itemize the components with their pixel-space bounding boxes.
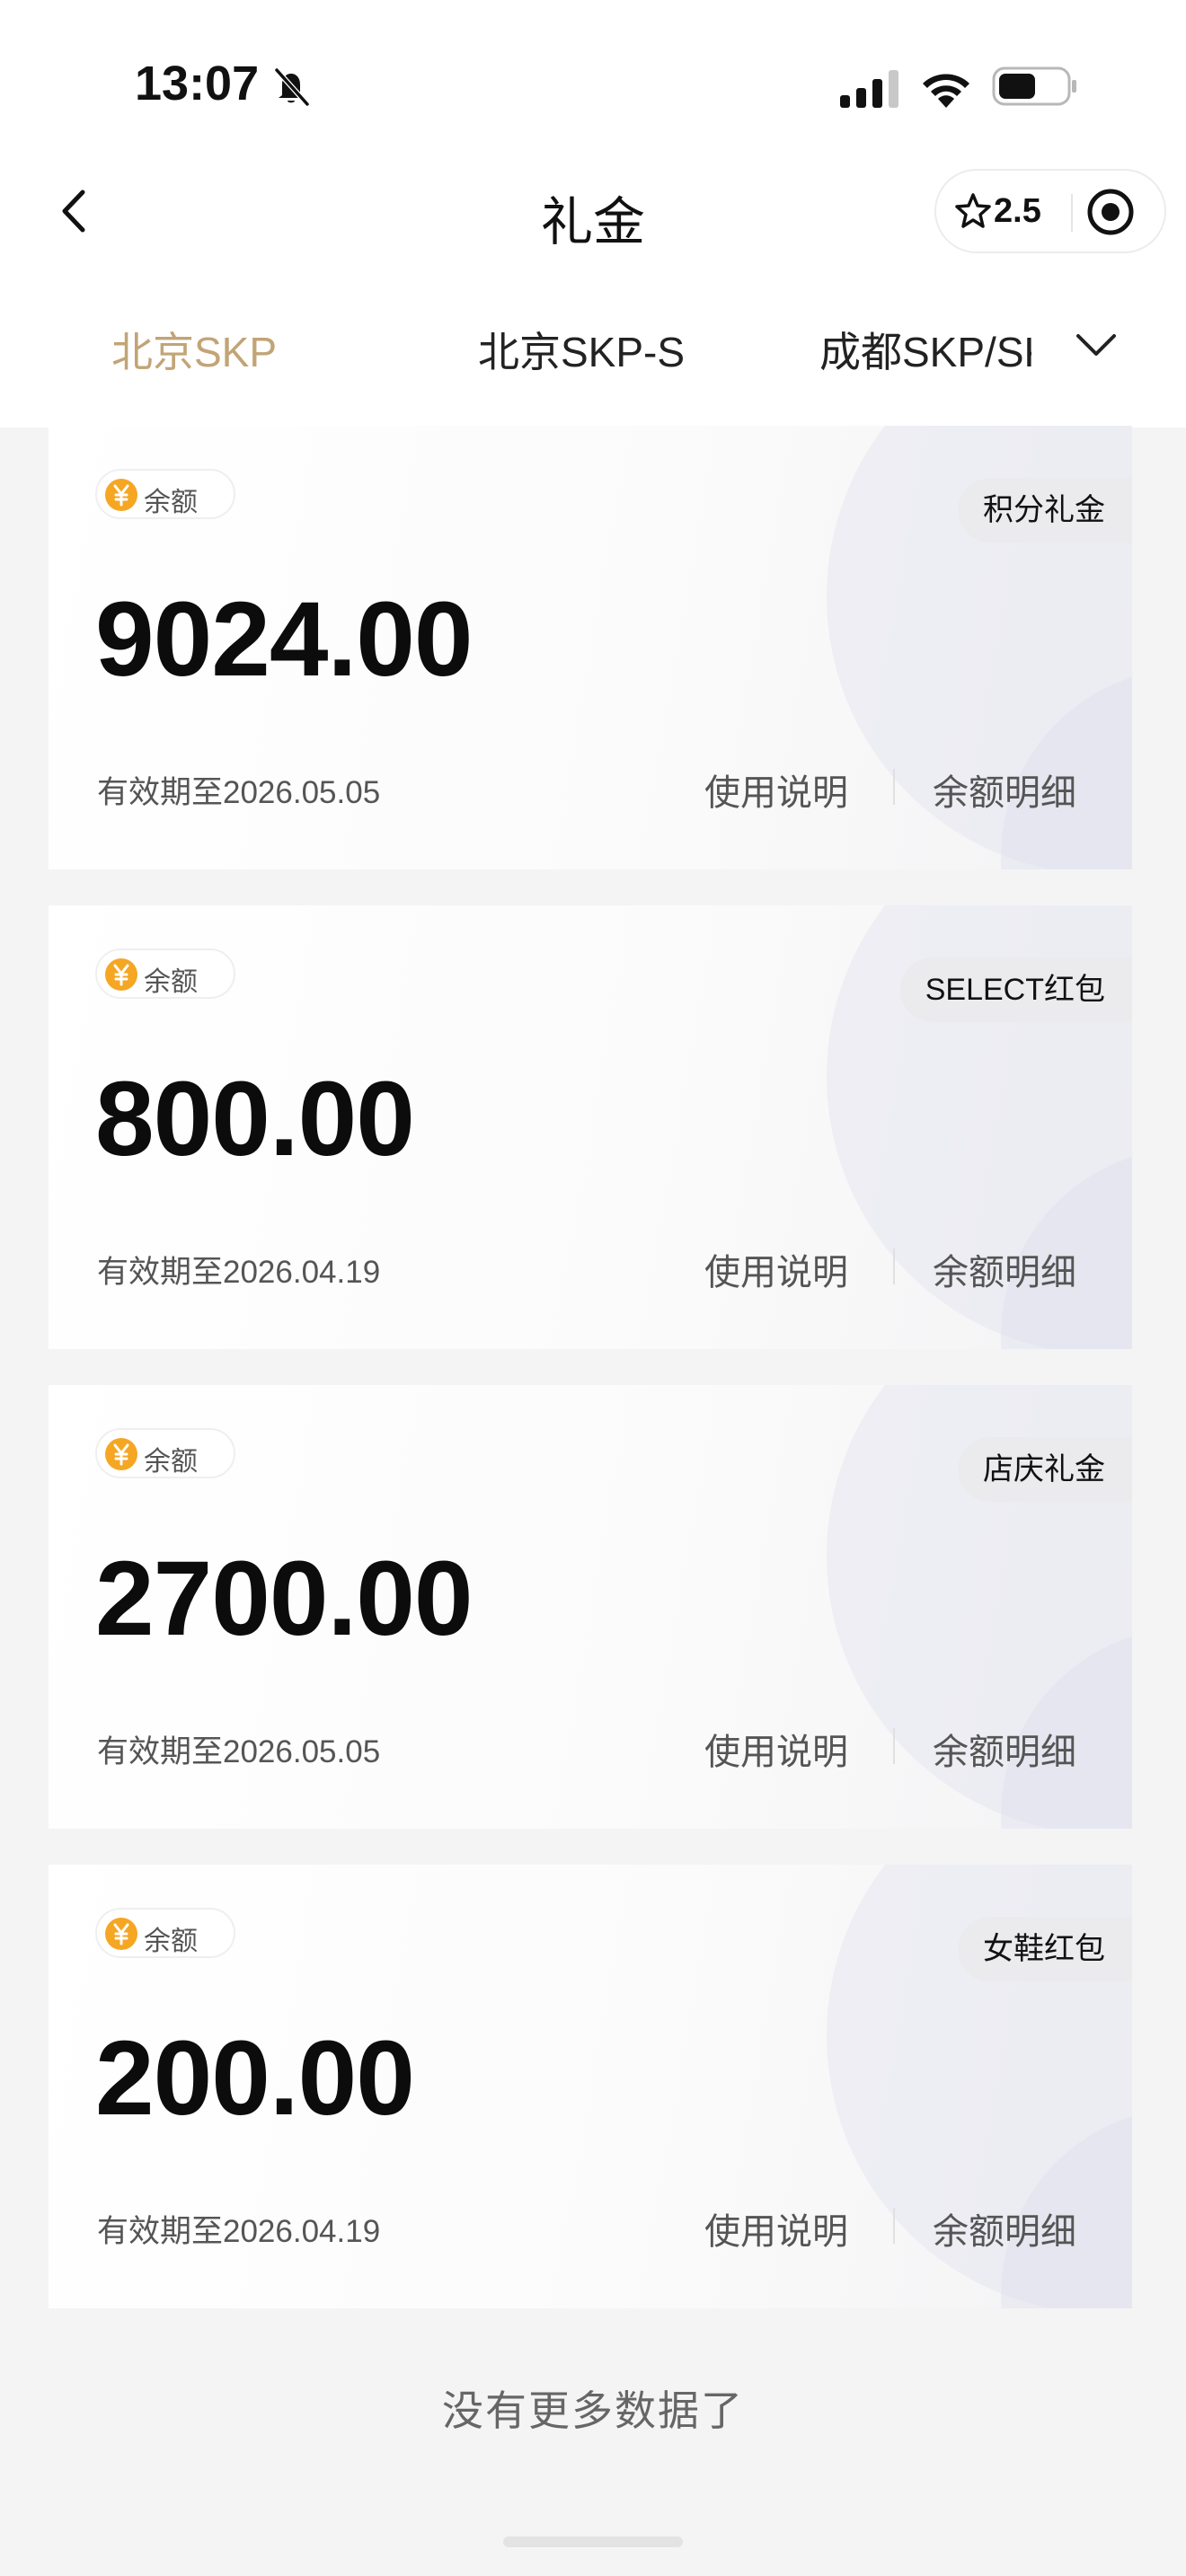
bell-off-icon [274,67,310,107]
balance-label: 余额 [144,488,198,517]
yen-icon [105,1918,137,1950]
balance-label: 余额 [144,967,198,997]
type-tag: 店庆礼金 [958,1437,1132,1502]
usage-instructions-link[interactable]: 使用说明 [704,1723,848,1775]
type-tag: 积分礼金 [958,478,1132,543]
mini-program-capsule: 2.5 [934,169,1166,253]
status-time: 13:07 [135,57,260,110]
balance-label: 余额 [144,1927,198,1956]
yen-icon [105,479,137,511]
balance-detail-link[interactable]: 余额明细 [933,763,1076,816]
gift-card[interactable]: 余额 SELECT红包 800.00 有效期至2026.04.19 使用说明 余… [49,905,1132,1349]
gift-card[interactable]: 余额 店庆礼金 2700.00 有效期至2026.05.05 使用说明 余额明细 [49,1385,1132,1829]
balance-amount: 800.00 [95,1060,415,1178]
record-icon[interactable] [1085,187,1136,237]
rating-text[interactable]: 2.5 [994,192,1041,231]
balance-amount: 200.00 [95,2019,415,2138]
usage-instructions-link[interactable]: 使用说明 [704,763,848,816]
link-divider [893,1248,895,1284]
gift-card[interactable]: 余额 积分礼金 9024.00 有效期至2026.05.05 使用说明 余额明细 [49,426,1132,869]
signal-icon [840,70,898,108]
balance-amount: 9024.00 [95,580,474,699]
yen-icon [105,958,137,991]
link-divider [893,2208,895,2244]
tab-chengdu-skp[interactable]: 成都SKP/SKP-S [819,320,1031,379]
balance-amount: 2700.00 [95,1539,474,1658]
tab-beijing-skp-s[interactable]: 北京SKP-S [478,320,685,379]
expiry-date: 有效期至2026.05.05 [97,1734,381,1769]
balance-detail-link[interactable]: 余额明细 [933,1243,1076,1295]
usage-instructions-link[interactable]: 使用说明 [704,2202,848,2254]
yen-icon [105,1438,137,1470]
top-header: 13:07 礼金 2.5 北京SKP 北京SKP-S 成都SKP/S [0,0,1186,428]
balance-detail-link[interactable]: 余额明细 [933,1723,1076,1775]
balance-chip: 余额 [95,1908,235,1958]
type-tag: SELECT红包 [899,957,1132,1022]
expiry-date: 有效期至2026.05.05 [97,775,381,810]
gift-card[interactable]: 余额 女鞋红包 200.00 有效期至2026.04.19 使用说明 余额明细 [49,1865,1132,2308]
balance-detail-link[interactable]: 余额明细 [933,2202,1076,2254]
chevron-down-icon[interactable] [1075,329,1118,361]
link-divider [893,1728,895,1764]
balance-chip: 余额 [95,948,235,999]
capsule-divider [1071,194,1073,232]
expiry-date: 有效期至2026.04.19 [97,1255,381,1290]
no-more-data-text: 没有更多数据了 [442,2387,744,2434]
battery-icon [992,66,1076,106]
tab-beijing-skp[interactable]: 北京SKP [111,320,277,379]
expiry-date: 有效期至2026.04.19 [97,2214,381,2249]
type-tag: 女鞋红包 [958,1917,1132,1981]
balance-label: 余额 [144,1447,198,1477]
balance-chip: 余额 [95,1428,235,1478]
usage-instructions-link[interactable]: 使用说明 [704,1243,848,1295]
star-icon[interactable] [954,192,992,230]
balance-chip: 余额 [95,469,235,519]
link-divider [893,769,895,805]
home-indicator[interactable] [503,2536,683,2547]
wifi-icon [923,74,969,108]
